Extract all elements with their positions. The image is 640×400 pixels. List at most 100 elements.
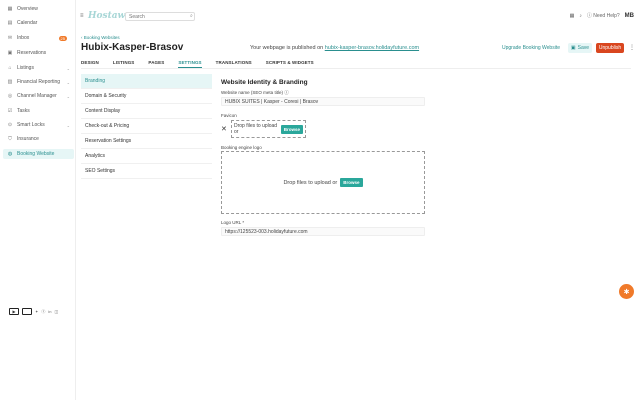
chevron-down-icon: ⌄ — [66, 79, 70, 85]
settings-nav-content-display[interactable]: Content Display — [81, 104, 212, 119]
settings-nav-checkout-pricing[interactable]: Check-out & Pricing — [81, 119, 212, 134]
info-icon[interactable]: ⓘ — [284, 90, 289, 95]
logo-url-field[interactable] — [221, 227, 425, 236]
breadcrumb-label: Booking Websites — [83, 35, 120, 40]
sidebar-item-booking-website[interactable]: ◍ Booking Website — [3, 149, 74, 159]
sidebar: ▦ Overview ▤ Calendar ✉ Inbox 25 ▣ Reservatio… — [0, 0, 76, 400]
globe-icon: ◍ — [7, 151, 13, 157]
sidebar-item-label: Smart Locks — [17, 122, 45, 128]
help-label: Need Help? — [593, 13, 620, 19]
logo-label: Booking engine logo — [221, 145, 262, 150]
calendar-icon[interactable]: ▦ — [570, 13, 575, 19]
sidebar-item-label: Channel Manager — [17, 93, 57, 99]
favicon-label: Favicon — [221, 113, 237, 118]
sidebar-item-label: Listings — [17, 65, 34, 71]
favicon-browse-button[interactable]: Browse — [280, 124, 303, 134]
tab-pages[interactable]: PAGES — [148, 58, 164, 68]
settings-nav-domain-security[interactable]: Domain & Security — [81, 89, 212, 104]
topbar: ≡ Hostaway ⌕ ▦ ♪ ⓘ Need Help? MB — [76, 8, 640, 26]
tab-design[interactable]: DESIGN — [81, 58, 99, 68]
section-title: Website Identity & Branding — [221, 79, 308, 86]
chat-icon: ✱ — [623, 288, 630, 296]
favicon-drop-text: Drop files to upload or — [234, 123, 278, 135]
chevron-down-icon: ⌄ — [66, 65, 70, 71]
help-link[interactable]: ⓘ Need Help? — [587, 12, 620, 19]
logo-dropzone[interactable]: Drop files to upload or Browse — [221, 151, 425, 214]
support-chat-button[interactable]: ✱ — [619, 284, 634, 299]
more-options-icon[interactable]: ⋮ — [629, 44, 635, 51]
settings-nav-analytics[interactable]: Analytics — [81, 149, 212, 164]
logo-browse-button[interactable]: Browse — [340, 178, 363, 187]
sidebar-item-label: Calendar — [17, 20, 38, 26]
shield-icon: ⛉ — [8, 136, 12, 142]
published-prefix: Your webpage is published on — [250, 45, 324, 51]
calendar-icon: ▤ — [7, 20, 13, 26]
linkedin-icon[interactable]: in — [48, 309, 51, 314]
twitter-icon[interactable]: ✦ — [35, 309, 38, 314]
inbox-icon: ✉ — [7, 35, 13, 41]
favicon-dropzone[interactable]: Drop files to upload or Browse — [231, 120, 306, 138]
tab-divider — [81, 68, 631, 69]
facebook-icon[interactable]: ⓕ — [41, 309, 45, 315]
sidebar-item-overview[interactable]: ▦ Overview — [3, 4, 74, 14]
sidebar-item-listings[interactable]: ⌂ Listings ⌄ — [3, 63, 74, 73]
search-input[interactable] — [125, 12, 195, 21]
search-icon: ⌕ — [190, 13, 193, 19]
sidebar-item-financial-reporting[interactable]: ▥ Financial Reporting ⌄ — [3, 77, 74, 87]
google-play-icon[interactable]: ▶ — [9, 308, 19, 315]
sidebar-item-label: Inbox — [17, 35, 30, 41]
tab-listings[interactable]: LISTINGS — [113, 58, 135, 68]
tab-bar: DESIGN LISTINGS PAGES SETTINGS TRANSLATI… — [81, 58, 328, 68]
website-icon[interactable]: ◫ — [54, 309, 58, 314]
unpublish-button[interactable]: Unpublish — [596, 43, 624, 53]
tab-settings[interactable]: SETTINGS — [178, 58, 202, 68]
lock-icon: ⊙ — [7, 122, 13, 128]
settings-nav-seo-settings[interactable]: SEO Settings — [81, 164, 212, 179]
grid-icon: ▦ — [7, 6, 13, 12]
page-title: Hubix-Kasper-Brasov — [81, 42, 184, 53]
sidebar-item-reservations[interactable]: ▣ Reservations — [3, 48, 74, 58]
sidebar-item-label: Overview — [17, 6, 38, 12]
tasks-icon: ☑ — [7, 108, 13, 114]
logo-url-label: Logo URL * — [221, 220, 245, 225]
website-name-label-text: Website name (SEO meta title) — [221, 90, 283, 95]
save-label: Save — [577, 45, 590, 51]
upgrade-link[interactable]: Upgrade Booking Website — [502, 45, 560, 51]
sidebar-item-channel-manager[interactable]: ◎ Channel Manager ⌄ — [3, 91, 74, 101]
sidebar-item-insurance[interactable]: ⛉ Insurance — [3, 134, 74, 144]
breadcrumb[interactable]: ‹ Booking Websites — [81, 35, 120, 40]
settings-nav: Branding Domain & Security Content Displ… — [81, 74, 212, 179]
bookmark-icon: ▣ — [7, 50, 13, 56]
chevron-down-icon: ⌄ — [66, 122, 70, 128]
sidebar-item-label: Booking Website — [17, 151, 55, 157]
published-notice: Your webpage is published on hubix-kaspe… — [250, 45, 419, 51]
sidebar-item-smart-locks[interactable]: ⊙ Smart Locks ⌄ — [3, 120, 74, 130]
tab-translations[interactable]: TRANSLATIONS — [216, 58, 252, 68]
sidebar-item-label: Insurance — [17, 136, 39, 142]
avatar[interactable]: MB — [625, 13, 634, 19]
save-button[interactable]: ▣ Save — [568, 43, 592, 53]
sidebar-item-label: Financial Reporting — [17, 79, 61, 85]
settings-nav-branding[interactable]: Branding — [81, 74, 212, 89]
published-url-link[interactable]: hubix-kasper-brasov.holidayfuture.com — [325, 45, 419, 51]
sidebar-item-tasks[interactable]: ☑ Tasks — [3, 106, 74, 116]
sidebar-item-label: Reservations — [17, 50, 47, 56]
website-name-field[interactable] — [221, 97, 425, 106]
settings-nav-reservation-settings[interactable]: Reservation Settings — [81, 134, 212, 149]
app-store-badges: ▶ ✦ ⓕ in ◫ — [9, 308, 58, 315]
sidebar-item-inbox[interactable]: ✉ Inbox 25 — [3, 33, 74, 43]
bell-icon[interactable]: ♪ — [579, 13, 582, 19]
menu-icon[interactable]: ≡ — [80, 13, 84, 19]
inbox-badge: 25 — [58, 35, 67, 41]
apple-store-icon[interactable] — [22, 308, 32, 315]
tab-scripts-widgets[interactable]: SCRIPTS & WIDGETS — [266, 58, 314, 68]
topbar-actions: ▦ ♪ ⓘ Need Help? MB — [570, 12, 634, 20]
home-icon: ⌂ — [8, 65, 12, 71]
chevron-down-icon: ⌄ — [66, 93, 70, 99]
save-icon: ▣ — [570, 45, 576, 51]
logo-drop-text: Drop files to upload or — [283, 179, 338, 186]
favicon-preview-icon: ✕ — [221, 126, 227, 133]
chart-icon: ▥ — [7, 79, 13, 85]
website-name-label: Website name (SEO meta title) ⓘ — [221, 90, 289, 96]
sidebar-item-calendar[interactable]: ▤ Calendar — [3, 18, 74, 28]
